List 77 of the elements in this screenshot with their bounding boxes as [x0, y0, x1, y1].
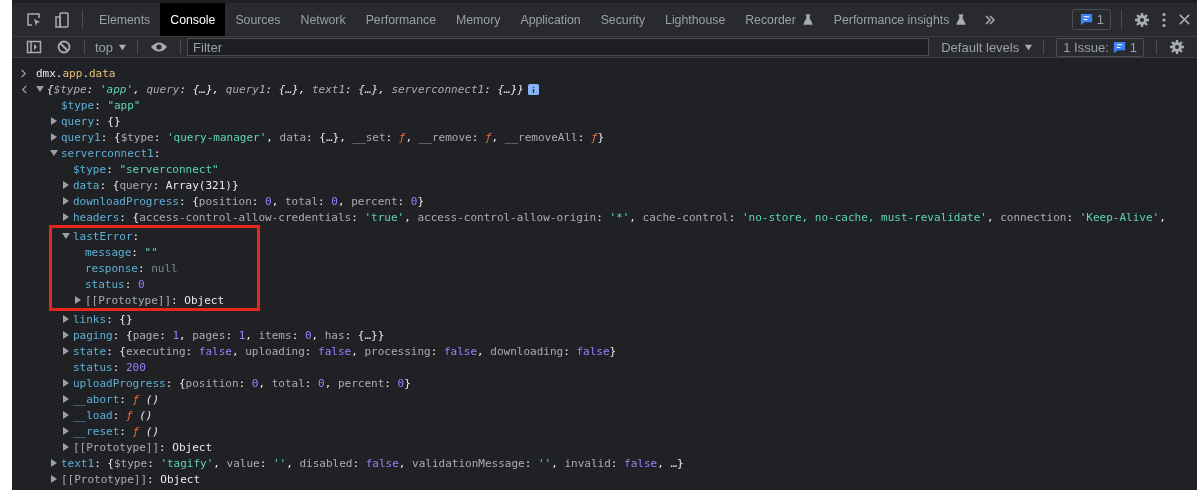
info-icon [527, 83, 539, 95]
sidebar-toggle-icon[interactable] [26, 39, 42, 55]
property-line[interactable]: headers: {access-control-allow-credentials: 'true', access-control-allow-origin: '*', cache-control: 'no-store, no-cache, must-revalidate', connection: 'Keep-Alive', [73, 210, 1166, 224]
eye-icon[interactable] [150, 41, 169, 53]
property-line[interactable]: serverconnect1: [61, 146, 161, 160]
property-line[interactable]: uploadProgress: {position: 0, total: 0, percent: 0} [73, 376, 411, 390]
panel-tab[interactable]: Lighthouse [655, 3, 736, 36]
caret-icon [118, 42, 128, 52]
property-line: response: null [85, 261, 178, 275]
caret-icon [1024, 42, 1034, 52]
panel-tab[interactable]: Elements [89, 3, 161, 36]
context-dropdown[interactable]: top [91, 39, 132, 55]
expand-arrow-icon[interactable] [63, 331, 69, 339]
property-line: status: 0 [85, 277, 145, 291]
property-line[interactable]: state: {executing: false, uploading: false, processing: false, downloading: false} [73, 344, 617, 358]
panel-tab[interactable]: Memory [446, 3, 511, 36]
property-line[interactable]: __abort: ƒ () [73, 392, 160, 406]
inspect-element-icon[interactable] [26, 11, 42, 28]
property-line[interactable]: [[Prototype]]: Object [61, 472, 201, 486]
panel-tab[interactable]: Security [590, 3, 656, 36]
expand-arrow-icon[interactable] [36, 86, 44, 92]
property-line[interactable]: __load: ƒ () [73, 408, 153, 422]
issues-button[interactable]: 1 Issue: 1 [1056, 37, 1144, 57]
expand-arrow-icon[interactable] [51, 475, 57, 483]
property-line[interactable]: links: {} [73, 312, 133, 326]
expand-arrow-icon[interactable] [63, 213, 69, 221]
expand-arrow-icon[interactable] [63, 379, 69, 387]
expand-arrow-icon[interactable] [75, 296, 81, 304]
panel-tab[interactable]: Network [290, 3, 356, 36]
property-line: status: 200 [73, 360, 146, 374]
expand-arrow-icon[interactable] [63, 443, 69, 451]
expand-arrow-icon[interactable] [51, 117, 57, 125]
property-line: message: "" [85, 245, 158, 259]
message-icon [1111, 39, 1127, 55]
expand-arrow-icon[interactable] [63, 427, 69, 435]
expand-arrow-icon[interactable] [63, 315, 69, 323]
panel-tab[interactable]: Sources [225, 3, 291, 36]
log-levels-dropdown[interactable]: Default levels [937, 39, 1038, 55]
panel-tab[interactable]: Application [510, 3, 591, 36]
expand-arrow-icon[interactable] [63, 181, 69, 189]
expand-arrow-icon[interactable] [63, 395, 69, 403]
property-line[interactable]: paging: {page: 1, pages: 1, items: 0, has: {…}} [73, 328, 385, 342]
panel-tab[interactable]: Recorder [735, 3, 824, 36]
property-line[interactable]: downloadProgress: {position: 0, total: 0, percent: 0} [73, 194, 425, 208]
settings-icon[interactable] [1169, 39, 1185, 55]
property-line[interactable]: __reset: ƒ () [73, 424, 160, 438]
property-line[interactable]: query1: {$type: 'query-manager', data: {…}, __set: ƒ, __remove: ƒ, __removeAll: ƒ} [61, 130, 605, 144]
more-options-icon[interactable] [1162, 11, 1166, 28]
property-line[interactable]: query: {} [61, 114, 121, 128]
settings-icon[interactable] [1134, 11, 1150, 28]
expand-arrow-icon[interactable] [63, 197, 69, 205]
prompt-chevron-icon [20, 68, 27, 78]
expand-arrow-icon[interactable] [51, 459, 57, 467]
panel-tab[interactable]: Console [160, 3, 226, 36]
property-line[interactable]: text1: {$type: 'tagify', value: '', disabled: false, validationMessage: '', invalid: false, …} [61, 456, 684, 470]
command-text: dmx.app.data [36, 66, 116, 80]
more-tabs-icon[interactable] [983, 12, 998, 27]
property-line[interactable]: data: {query: Array(321)} [73, 178, 239, 192]
issues-button[interactable]: 1 [1071, 9, 1111, 30]
clear-console-icon[interactable] [56, 39, 72, 55]
expand-arrow-icon[interactable] [63, 347, 69, 355]
property-line: $type: "app" [61, 98, 141, 112]
expand-arrow-icon[interactable] [63, 411, 69, 419]
expand-arrow-icon[interactable] [50, 150, 58, 156]
close-icon[interactable] [1178, 13, 1191, 26]
object-summary[interactable]: {$type: 'app', query: {…}, query1: {…}, text1: {…}, serverconnect1: {…}} [47, 82, 524, 96]
message-icon [1078, 12, 1094, 27]
panel-tab[interactable]: Performance [355, 3, 447, 36]
panel-tab[interactable]: Performance insights [823, 3, 978, 36]
expand-arrow-icon[interactable] [62, 233, 70, 239]
property-line[interactable]: lastError: [73, 229, 140, 243]
property-line: $type: "serverconnect" [73, 162, 219, 176]
property-line[interactable]: [[Prototype]]: Object [85, 293, 225, 307]
device-toolbar-icon[interactable] [54, 11, 70, 28]
expand-arrow-icon[interactable] [51, 133, 57, 141]
filter-field[interactable]: Filter [187, 38, 930, 56]
property-line[interactable]: [[Prototype]]: Object [73, 440, 213, 454]
